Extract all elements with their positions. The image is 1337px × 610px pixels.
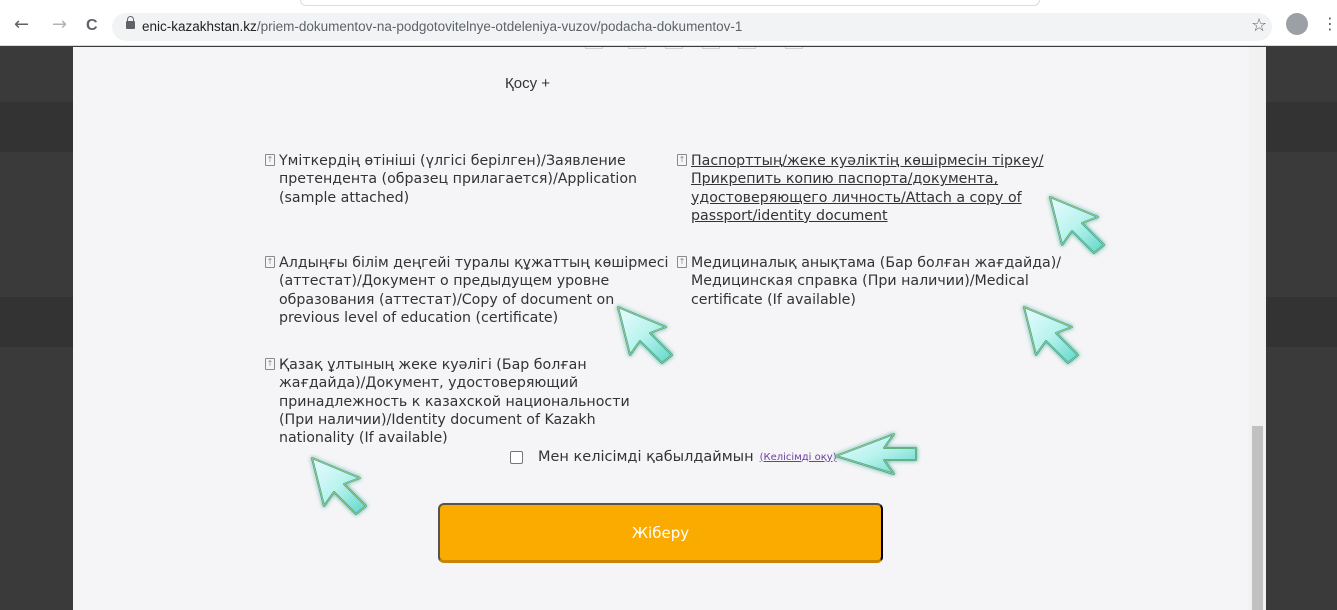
cut-off-field [585, 47, 603, 49]
document-line[interactable]: Паспорттың/жеке куәліктің көшірмесін тір… [691, 152, 1044, 170]
browser-toolbar: ← → C enic-kazakhstan.kz/priem-dokumento… [0, 0, 1337, 46]
document-line: Қазақ ұлтының жеке куәлігі (Бар болған [279, 357, 587, 373]
document-line: (аттестат)/Документ о предыдущем уровне [279, 273, 610, 290]
agreement-row: Мен келісімді қабылдаймын (Келісімді оқу… [510, 449, 837, 465]
profile-avatar[interactable] [1286, 13, 1308, 35]
forward-icon[interactable]: → [52, 16, 67, 34]
file-upload-icon: ↑ [265, 154, 275, 166]
cut-off-field [628, 47, 646, 49]
document-line: образования (аттестат)/Copy of document … [279, 291, 615, 308]
cut-off-field [665, 47, 683, 49]
document-line: certificate (If available) [691, 291, 856, 308]
file-upload-icon: ↑ [677, 256, 687, 268]
document-line: Медициналық анықтама (Бар болған жағдайд… [691, 255, 1062, 271]
cursor-arrow-icon [1023, 306, 1079, 364]
document-line: претендента (образец прилагается)/Applic… [279, 171, 637, 188]
document-education[interactable]: ↑ Алдыңғы білім деңгейі туралы құжаттың … [265, 254, 669, 327]
agreement-label[interactable]: Мен келісімді қабылдаймын [538, 449, 754, 465]
cursor-arrow-icon [617, 306, 673, 364]
document-line: Алдыңғы білім деңгейі туралы құжаттың кө… [279, 255, 669, 271]
file-upload-icon: ↑ [265, 358, 275, 370]
document-line[interactable]: удостоверяющего личность/Attach a copy o… [691, 189, 1044, 207]
add-button[interactable]: Қосу + [505, 75, 550, 92]
document-line: (sample attached) [279, 189, 410, 206]
back-icon[interactable]: ← [14, 16, 29, 34]
document-medical[interactable]: ↑ Медициналық анықтама (Бар болған жағда… [677, 254, 1062, 309]
cursor-arrow-icon [311, 457, 367, 515]
document-line: nationality (If available) [279, 430, 448, 447]
browser-menu-icon[interactable]: ⋮ [1322, 14, 1337, 33]
document-line: Медицинская справка (При наличии)/Medica… [691, 273, 1029, 290]
url-path: /priem-dokumentov-na-podgotovitelnye-otd… [256, 19, 743, 34]
page-backdrop-right [1266, 47, 1337, 610]
submit-button[interactable]: Жіберу [438, 503, 883, 563]
document-line: принадлежность к казахской национальност… [279, 393, 630, 410]
page-scrollbar-thumb[interactable] [1252, 426, 1263, 610]
document-application[interactable]: ↑ Үміткердің өтініші (үлгісі берілген)/З… [265, 152, 637, 207]
document-passport-link[interactable]: ↑ Паспорттың/жеке куәліктің көшірмесін т… [677, 152, 1044, 225]
document-line[interactable]: Прикрепить копию паспорта/документа, [691, 170, 1044, 188]
document-line: (При наличии)/Identity document of Kazak… [279, 411, 596, 428]
page-backdrop-left [0, 47, 73, 610]
document-line: Үміткердің өтініші (үлгісі берілген)/Зая… [279, 153, 626, 169]
file-upload-icon: ↑ [677, 154, 687, 166]
cut-off-field [702, 47, 720, 49]
cursor-arrow-icon [834, 432, 917, 475]
url-domain: enic-kazakhstan.kz [142, 19, 257, 34]
document-line: previous level of education (certificate… [279, 309, 559, 326]
file-upload-icon: ↑ [265, 256, 275, 268]
url-text[interactable]: enic-kazakhstan.kz/priem-dokumentov-na-p… [142, 19, 742, 34]
cursor-arrow-icon [1049, 196, 1105, 254]
document-line[interactable]: passport/identity document [691, 207, 1044, 225]
lock-icon[interactable] [126, 16, 135, 29]
tab-strip [300, 0, 1040, 6]
cut-off-field [738, 47, 756, 49]
cut-off-field [785, 47, 803, 49]
read-agreement-link[interactable]: (Келісімді оқу) [760, 452, 837, 463]
document-line: жағдайда)/Документ, удостоверяющий [279, 375, 579, 392]
document-nationality[interactable]: ↑ Қазақ ұлтының жеке куәлігі (Бар болған… [265, 356, 630, 447]
bookmark-star-icon[interactable]: ☆ [1251, 15, 1267, 36]
reload-icon[interactable]: C [86, 17, 98, 35]
agreement-checkbox[interactable] [510, 450, 523, 464]
